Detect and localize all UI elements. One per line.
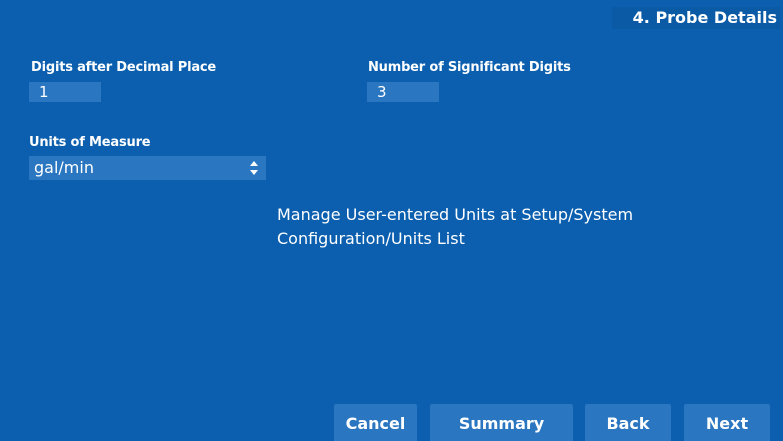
select-up-down-arrows-icon xyxy=(250,161,258,175)
significant-digits-label: Number of Significant Digits xyxy=(368,60,571,75)
summary-button[interactable]: Summary xyxy=(430,404,573,441)
units-of-measure-label: Units of Measure xyxy=(29,135,151,150)
digits-after-decimal-label: Digits after Decimal Place xyxy=(31,60,217,75)
back-button[interactable]: Back xyxy=(585,404,671,441)
units-management-info: Manage User-entered Units at Setup/Syste… xyxy=(277,205,634,248)
significant-digits-input[interactable]: 3 xyxy=(367,82,439,102)
step-title: 4. Probe Details xyxy=(612,7,780,29)
units-of-measure-selected-value: gal/min xyxy=(34,158,94,177)
cancel-button[interactable]: Cancel xyxy=(334,404,417,441)
digits-after-decimal-input[interactable]: 1 xyxy=(29,82,101,102)
probe-details-screen: 4. Probe Details Digits after Decimal Pl… xyxy=(0,0,783,441)
next-button[interactable]: Next xyxy=(684,404,770,441)
units-of-measure-select[interactable]: gal/min xyxy=(29,156,266,180)
